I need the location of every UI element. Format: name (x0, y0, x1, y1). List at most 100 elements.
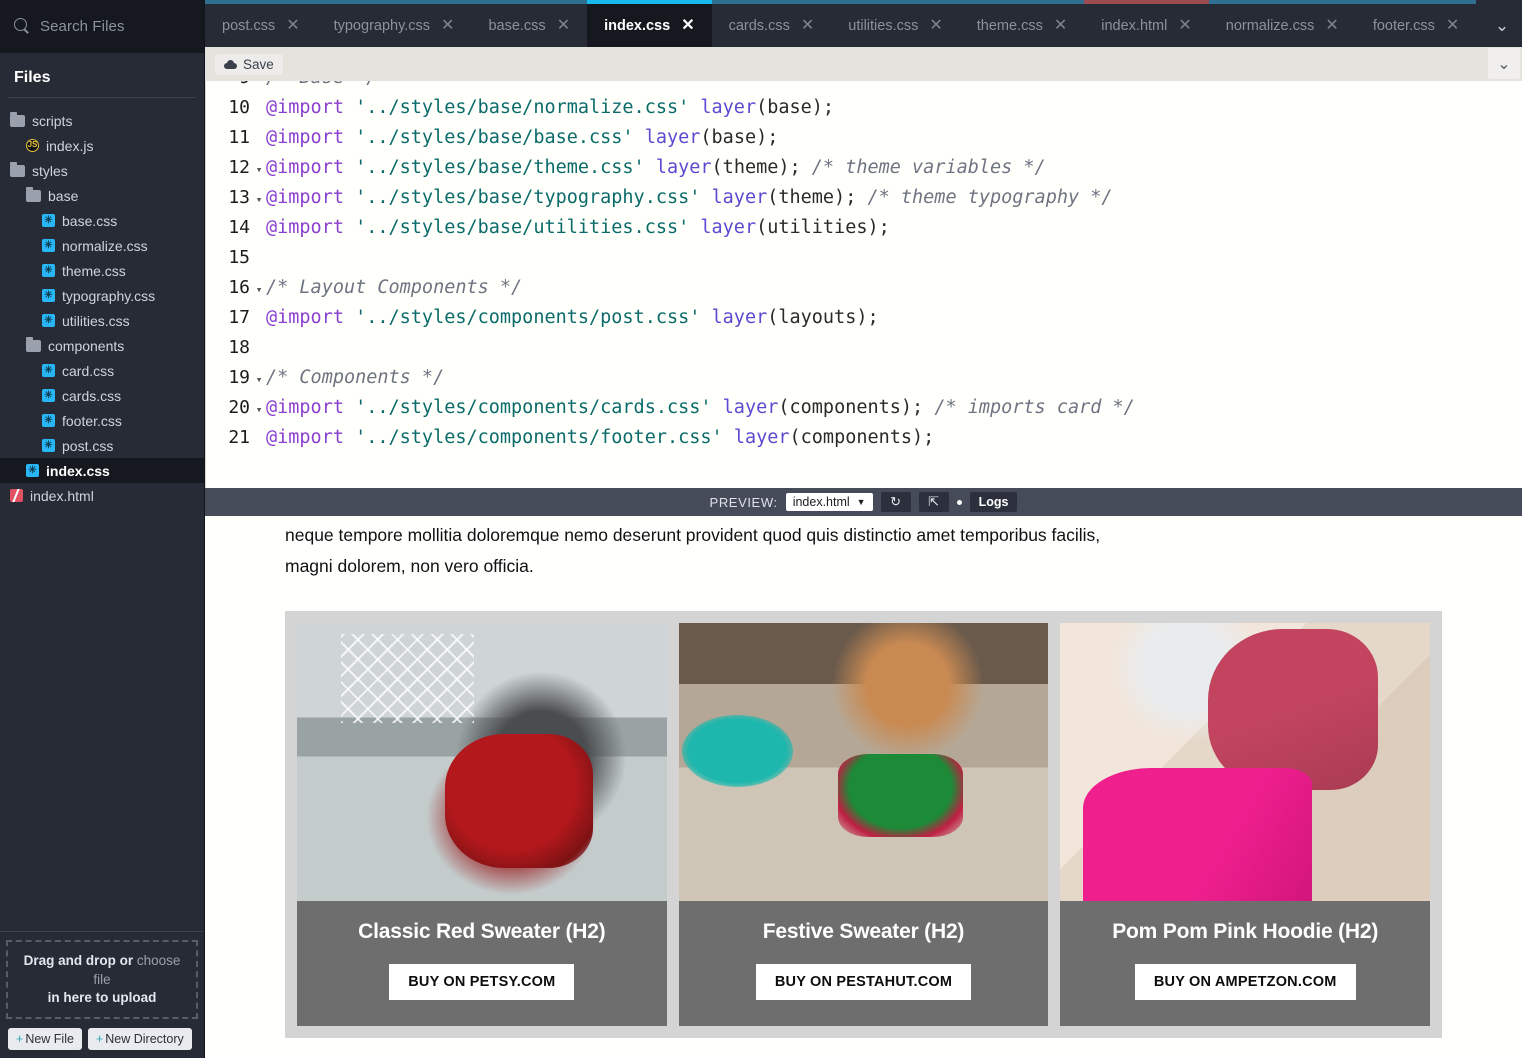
close-icon[interactable]: ✕ (441, 18, 454, 34)
code-token (344, 157, 355, 178)
tree-item-label: utilities.css (62, 314, 130, 328)
editor-tab-label: base.css (488, 18, 545, 34)
new-directory-label: New Directory (105, 1032, 184, 1046)
preview-pane[interactable]: neque tempore mollitia doloremque nemo d… (205, 516, 1522, 1058)
product-card: Pom Pom Pink Hoodie (H2)BUY ON AMPETZON.… (1060, 623, 1430, 1026)
code-token: (layouts); (767, 307, 878, 328)
editor-tab-index-css[interactable]: index.css ✕ (587, 0, 712, 47)
css-file-icon: ✳ (42, 264, 55, 277)
tab-overflow-chevron-down-icon[interactable]: ⌄ (1482, 0, 1522, 47)
tree-file-post-css[interactable]: ✳post.css (0, 433, 204, 458)
preview-refresh-button[interactable]: ↻ (881, 492, 911, 512)
code-fold-toggle-icon[interactable]: ▾ (252, 395, 266, 425)
editor-tab-post-css[interactable]: post.css ✕ (205, 0, 317, 47)
code-fold-toggle-icon[interactable]: ▾ (252, 275, 266, 305)
editor-tab-cards-css[interactable]: cards.css✕ (712, 0, 832, 47)
tree-file-normalize-css[interactable]: ✳normalize.css (0, 233, 204, 258)
editor-tab-typography-css[interactable]: typography.css✕ (317, 0, 472, 47)
css-file-icon: ✳ (42, 389, 55, 402)
new-directory-button[interactable]: +New Directory (88, 1028, 192, 1050)
product-card-grid: Classic Red Sweater (H2)BUY ON PETSY.COM… (285, 611, 1442, 1038)
code-text: @import '../styles/base/typography.css' … (266, 183, 1113, 213)
tree-folder-components[interactable]: components (0, 333, 204, 358)
code-token: @import (266, 307, 344, 328)
files-heading: Files (0, 53, 204, 97)
search-files-bar[interactable]: Search Files (0, 0, 204, 53)
tree-file-index-css[interactable]: ✳index.css (0, 458, 204, 483)
tree-item-label: footer.css (62, 414, 122, 428)
product-image (1060, 623, 1430, 901)
editor-tab-normalize-css[interactable]: normalize.css✕ (1209, 0, 1356, 47)
code-token: '../styles/components/cards.css' (355, 397, 711, 418)
folder-icon (10, 115, 25, 127)
editor-tab-label: post.css (222, 18, 275, 34)
close-icon[interactable]: ✕ (1446, 18, 1459, 34)
plus-icon: + (96, 1032, 103, 1046)
tree-file-card-css[interactable]: ✳card.css (0, 358, 204, 383)
code-token: (theme); (767, 187, 856, 208)
editor-tab-label: index.css (604, 18, 670, 34)
editor-tab-utilities-css[interactable]: utilities.css✕ (831, 0, 960, 47)
line-number: 21 (206, 423, 252, 453)
preview-top-paragraph: neque tempore mollitia doloremque nemo d… (285, 516, 1115, 582)
line-number: 16 (206, 273, 252, 303)
close-icon[interactable]: ✕ (929, 18, 942, 34)
editor-tab-index-html[interactable]: index.html✕ (1084, 0, 1209, 47)
file-dropzone[interactable]: Drag and drop or choose file in here to … (6, 940, 198, 1019)
preview-open-external-button[interactable]: ⇱ (919, 492, 949, 512)
close-icon[interactable]: ✕ (1054, 18, 1067, 34)
new-file-label: New File (25, 1032, 74, 1046)
tree-file-theme-css[interactable]: ✳theme.css (0, 258, 204, 283)
code-token: @import (266, 187, 344, 208)
code-token: @import (266, 97, 344, 118)
tree-item-label: components (48, 339, 124, 353)
preview-logs-button[interactable]: Logs (970, 492, 1018, 512)
code-fold-toggle-icon[interactable]: ▾ (252, 81, 266, 93)
tree-folder-base[interactable]: base (0, 183, 204, 208)
code-token: layer (723, 397, 779, 418)
product-buy-button[interactable]: BUY ON PESTAHUT.COM (756, 964, 971, 1000)
javascript-file-icon: JS (26, 139, 39, 152)
close-icon[interactable]: ✕ (557, 18, 570, 34)
line-number: 15 (206, 243, 252, 273)
editor-tab-theme-css[interactable]: theme.css✕ (960, 0, 1085, 47)
tree-file-typography-css[interactable]: ✳typography.css (0, 283, 204, 308)
code-token: layer (656, 157, 712, 178)
code-editor[interactable]: 9▾/* Base */10@import '../styles/base/no… (205, 81, 1522, 488)
code-fold-toggle-icon[interactable]: ▾ (252, 155, 266, 185)
tree-file-index-html[interactable]: index.html (0, 483, 204, 508)
tree-file-base-css[interactable]: ✳base.css (0, 208, 204, 233)
tree-file-footer-css[interactable]: ✳footer.css (0, 408, 204, 433)
chevron-down-icon: ▼ (857, 497, 866, 507)
tree-file-utilities-css[interactable]: ✳utilities.css (0, 308, 204, 333)
save-button[interactable]: Save (215, 54, 283, 75)
code-token: (utilities); (756, 217, 890, 238)
editor-tab-footer-css[interactable]: footer.css ✕ (1356, 0, 1476, 47)
tree-file-index-js[interactable]: JSindex.js (0, 133, 204, 158)
code-fold-toggle-icon[interactable]: ▾ (252, 365, 266, 395)
close-icon[interactable]: ✕ (801, 18, 814, 34)
tree-folder-styles[interactable]: styles (0, 158, 204, 183)
editor-tab-base-css[interactable]: base.css ✕ (471, 0, 587, 47)
tree-item-label: styles (32, 164, 68, 178)
product-buy-button[interactable]: BUY ON AMPETZON.COM (1135, 964, 1356, 1000)
code-text: @import '../styles/components/post.css' … (266, 303, 879, 333)
close-icon[interactable]: ✕ (1178, 18, 1191, 34)
code-token (712, 397, 723, 418)
search-input[interactable]: Search Files (40, 18, 125, 35)
close-icon[interactable]: ✕ (1325, 18, 1338, 34)
close-icon[interactable]: ✕ (286, 18, 299, 34)
code-fold-toggle-icon[interactable]: ▾ (252, 185, 266, 215)
tree-folder-scripts[interactable]: scripts (0, 108, 204, 133)
code-line: 9▾/* Base */ (206, 81, 1522, 93)
code-token (634, 127, 645, 148)
tree-file-cards-css[interactable]: ✳cards.css (0, 383, 204, 408)
preview-file-select[interactable]: index.html ▼ (786, 493, 873, 511)
editor-panel-collapse-chevron-down-icon[interactable]: ⌄ (1488, 48, 1520, 79)
close-icon[interactable]: ✕ (681, 18, 694, 34)
product-buy-button[interactable]: BUY ON PETSY.COM (389, 964, 574, 1000)
new-file-button[interactable]: +New File (8, 1028, 82, 1050)
html-file-icon (10, 489, 23, 502)
css-file-icon: ✳ (42, 439, 55, 452)
editor-tab-label: footer.css (1373, 18, 1435, 34)
